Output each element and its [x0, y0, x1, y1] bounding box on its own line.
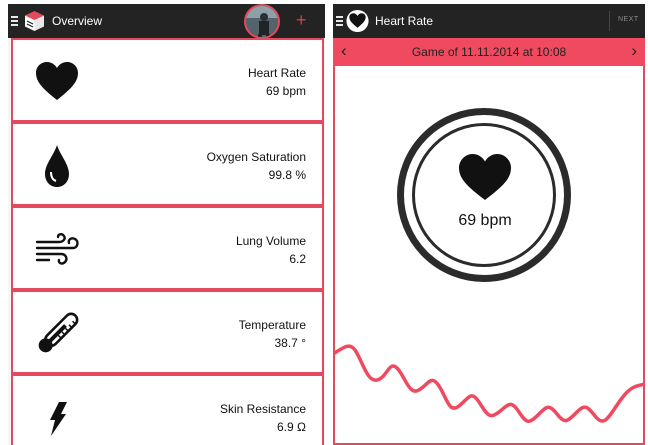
drop-icon	[45, 145, 69, 187]
metric-value: 69 bpm	[265, 84, 306, 98]
app-logo-icon	[25, 11, 44, 31]
heart-rate-wave	[333, 344, 645, 423]
thermometer-icon	[38, 312, 79, 353]
wind-icon	[35, 233, 79, 265]
heart-icon	[36, 62, 78, 100]
metric-value: 6.9 Ω	[277, 420, 306, 434]
heart-rate-screen: Heart Rate NEXT ‹ Game of 11.11.2014 at …	[333, 4, 645, 445]
game-title: Game of 11.11.2014 at 10:08	[411, 45, 567, 59]
lightning-icon	[50, 402, 67, 436]
heart-icon	[459, 154, 511, 200]
page-title: Heart Rate	[375, 14, 434, 28]
chevron-right-icon[interactable]: ›	[631, 41, 637, 61]
heart-rate-reading: 69 bpm	[458, 212, 512, 229]
list-item-skin-resistance[interactable]: Skin Resistance 6.9 Ω	[11, 374, 324, 445]
page-title: Overview	[52, 14, 103, 28]
metric-label: Temperature	[238, 318, 306, 332]
metric-label: Skin Resistance	[219, 402, 306, 416]
divider	[609, 11, 610, 31]
add-icon[interactable]: +	[296, 10, 307, 30]
metric-label: Lung Volume	[235, 234, 306, 248]
menu-icon[interactable]	[11, 16, 18, 26]
metric-value: 6.2	[289, 252, 306, 266]
heart-icon	[346, 9, 369, 33]
metric-value: 38.7 °	[274, 336, 307, 350]
menu-icon[interactable]	[336, 16, 343, 26]
metric-label: Heart Rate	[247, 66, 306, 80]
detail-top-bar: Heart Rate NEXT	[333, 4, 645, 38]
list-item-lung-volume[interactable]: Lung Volume 6.2	[11, 206, 324, 290]
metric-value: 99.8 %	[268, 168, 306, 182]
overview-top-bar: Overview +	[8, 4, 325, 39]
list-item-heart-rate[interactable]: Heart Rate 69 bpm	[11, 38, 324, 122]
metric-label: Oxygen Saturation	[206, 150, 306, 164]
next-button[interactable]: NEXT	[618, 16, 639, 23]
overview-screen: Overview + Heart Rate 69 bpm Oxygen Satu…	[8, 4, 325, 445]
game-selector-bar: ‹ Game of 11.11.2014 at 10:08 ›	[333, 38, 645, 66]
avatar[interactable]	[244, 4, 280, 39]
list-item-temperature[interactable]: Temperature 38.7 °	[11, 290, 324, 374]
list-item-oxygen-saturation[interactable]: Oxygen Saturation 99.8 %	[11, 122, 324, 206]
